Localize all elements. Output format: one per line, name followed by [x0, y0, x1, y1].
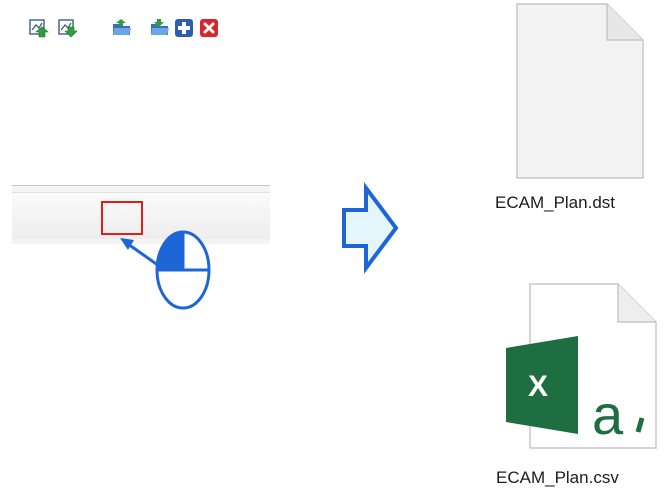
file-name-dst[interactable]: ECAM_Plan.dst: [495, 193, 615, 213]
close-icon: [200, 19, 218, 37]
open-folder-icon: [113, 19, 131, 35]
svg-text:X: X: [528, 370, 548, 403]
excel-csv-file-icon: X a: [506, 283, 657, 449]
upload-button[interactable]: [29, 18, 49, 38]
blank-file-icon: [516, 3, 644, 179]
mouse-left-click-icon: [155, 230, 211, 310]
svg-text:a: a: [592, 383, 624, 446]
save-folder-icon: [151, 19, 169, 35]
open-button[interactable]: [112, 18, 132, 38]
file-name-csv[interactable]: ECAM_Plan.csv: [496, 468, 619, 488]
chart-upload-icon: [29, 19, 49, 38]
pointer-callout: [120, 230, 211, 310]
delete-button[interactable]: [199, 18, 219, 38]
save-button[interactable]: [150, 18, 170, 38]
plus-icon: [175, 19, 193, 37]
right-arrow-icon: [342, 182, 399, 274]
add-button[interactable]: [174, 18, 194, 38]
chart-download-icon: [58, 19, 78, 38]
download-button[interactable]: [58, 18, 78, 38]
